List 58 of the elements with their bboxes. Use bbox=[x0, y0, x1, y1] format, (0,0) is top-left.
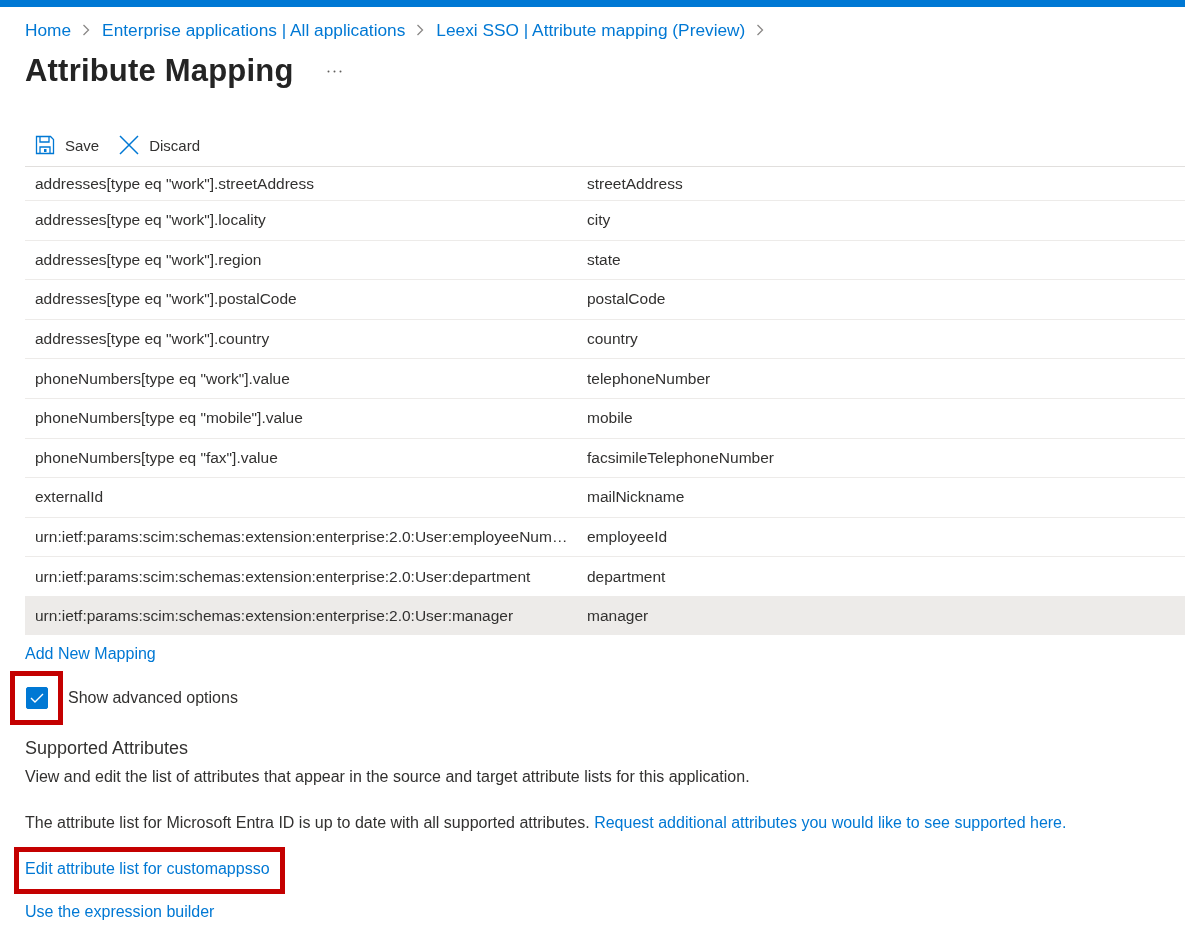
table-row[interactable]: addresses[type eq "work"].region state bbox=[25, 240, 1185, 281]
table-cell-text: addresses[type eq "work"].streetAddress bbox=[34, 174, 315, 193]
breadcrumb-link[interactable]: Home bbox=[25, 19, 72, 41]
table-cell-text: postalCode bbox=[586, 290, 667, 309]
status-text: The attribute list for Microsoft Entra ID is up to date with all supported attributes. Request additional attributes you would like to see supported here. bbox=[25, 812, 1068, 833]
table-cell-text: addresses[type eq "work"].postalCode bbox=[34, 290, 298, 309]
table-cell-text: addresses[type eq "work"].region bbox=[34, 250, 263, 269]
table-cell-text: city bbox=[586, 211, 612, 230]
chevron-right-icon bbox=[756, 24, 765, 36]
breadcrumb-link[interactable]: Enterprise applications | All applications bbox=[102, 19, 406, 41]
table-row[interactable]: addresses[type eq "work"].streetAddress streetAddress bbox=[25, 167, 1185, 201]
table-cell-text: employeeId bbox=[586, 528, 669, 547]
table-cell-text: telephoneNumber bbox=[586, 369, 712, 388]
table-cell-text: phoneNumbers[type eq "mobile"].value bbox=[34, 409, 304, 428]
table-cell-text: country bbox=[586, 330, 639, 349]
table-cell-text: urn:ietf:params:scim:schemas:extension:enterprise:2.0:User:department bbox=[34, 567, 532, 586]
table-row[interactable]: phoneNumbers[type eq "work"].value telephoneNumber bbox=[25, 359, 1185, 399]
checkmark-icon bbox=[30, 692, 44, 703]
close-icon bbox=[119, 135, 140, 155]
expression-builder-link[interactable]: Use the expression builder bbox=[25, 902, 215, 920]
add-mapping-link[interactable]: Add New Mapping bbox=[25, 643, 156, 664]
table-cell-text: externalId bbox=[34, 488, 105, 507]
table-cell-text: phoneNumbers[type eq "fax"].value bbox=[34, 448, 279, 467]
table-cell-text: department bbox=[586, 567, 667, 586]
table-row[interactable]: phoneNumbers[type eq "fax"].value facsimileTelephoneNumber bbox=[25, 438, 1185, 479]
section-heading: Supported Attributes bbox=[25, 736, 190, 759]
table-row[interactable]: externalId mailNickname bbox=[25, 478, 1185, 518]
table-cell-text: streetAddress bbox=[586, 174, 684, 193]
request-attributes-link[interactable]: Request additional attributes you would like to see supported here. bbox=[594, 813, 1067, 831]
table-cell-text: manager bbox=[586, 606, 650, 625]
table-row[interactable]: addresses[type eq "work"].country country bbox=[25, 319, 1185, 360]
chevron-right-icon bbox=[416, 24, 425, 36]
table-cell-text: addresses[type eq "work"].locality bbox=[34, 211, 267, 230]
description-text: View and edit the list of attributes that appear in the source and target attribute lists for this application. bbox=[25, 766, 751, 787]
table-row[interactable]: urn:ietf:params:scim:schemas:extension:enterprise:2.0:User:department department bbox=[25, 557, 1185, 597]
table-cell-text: mobile bbox=[586, 409, 634, 428]
checkbox[interactable] bbox=[26, 686, 48, 709]
discard-button[interactable]: Discard bbox=[109, 129, 211, 161]
table-cell-text: facsimileTelephoneNumber bbox=[586, 448, 775, 467]
checkbox-label: Show advanced options bbox=[68, 688, 238, 707]
table-row[interactable]: urn:ietf:params:scim:schemas:extension:enterprise:2.0:User:employeeNum… employeeId bbox=[25, 517, 1185, 558]
page-title: Attribute Mapping bbox=[25, 53, 294, 89]
table-cell-text: state bbox=[586, 250, 622, 269]
table-cell-text: addresses[type eq "work"].country bbox=[34, 330, 271, 349]
table-cell-text: urn:ietf:params:scim:schemas:extension:enterprise:2.0:User:employeeNum… bbox=[34, 528, 569, 547]
table-row[interactable]: urn:ietf:params:scim:schemas:extension:enterprise:2.0:User:manager manager bbox=[25, 596, 1185, 635]
table-cell-text: phoneNumbers[type eq "work"].value bbox=[34, 369, 291, 388]
more-icon bbox=[326, 69, 342, 73]
edit-attribute-list-link[interactable]: Edit attribute list for customappsso bbox=[25, 859, 270, 877]
table-cell-text: urn:ietf:params:scim:schemas:extension:enterprise:2.0:User:manager bbox=[34, 606, 515, 625]
chevron-right-icon bbox=[82, 24, 91, 36]
table-row[interactable]: addresses[type eq "work"].postalCode postalCode bbox=[25, 280, 1185, 320]
table-row[interactable]: phoneNumbers[type eq "mobile"].value mobile bbox=[25, 398, 1185, 439]
table-cell-text: mailNickname bbox=[586, 488, 686, 507]
table-row[interactable]: addresses[type eq "work"].locality city bbox=[25, 201, 1185, 241]
save-icon bbox=[35, 135, 55, 155]
breadcrumb-link[interactable]: Leexi SSO | Attribute mapping (Preview) bbox=[436, 19, 746, 41]
save-button[interactable]: Save bbox=[25, 129, 110, 161]
